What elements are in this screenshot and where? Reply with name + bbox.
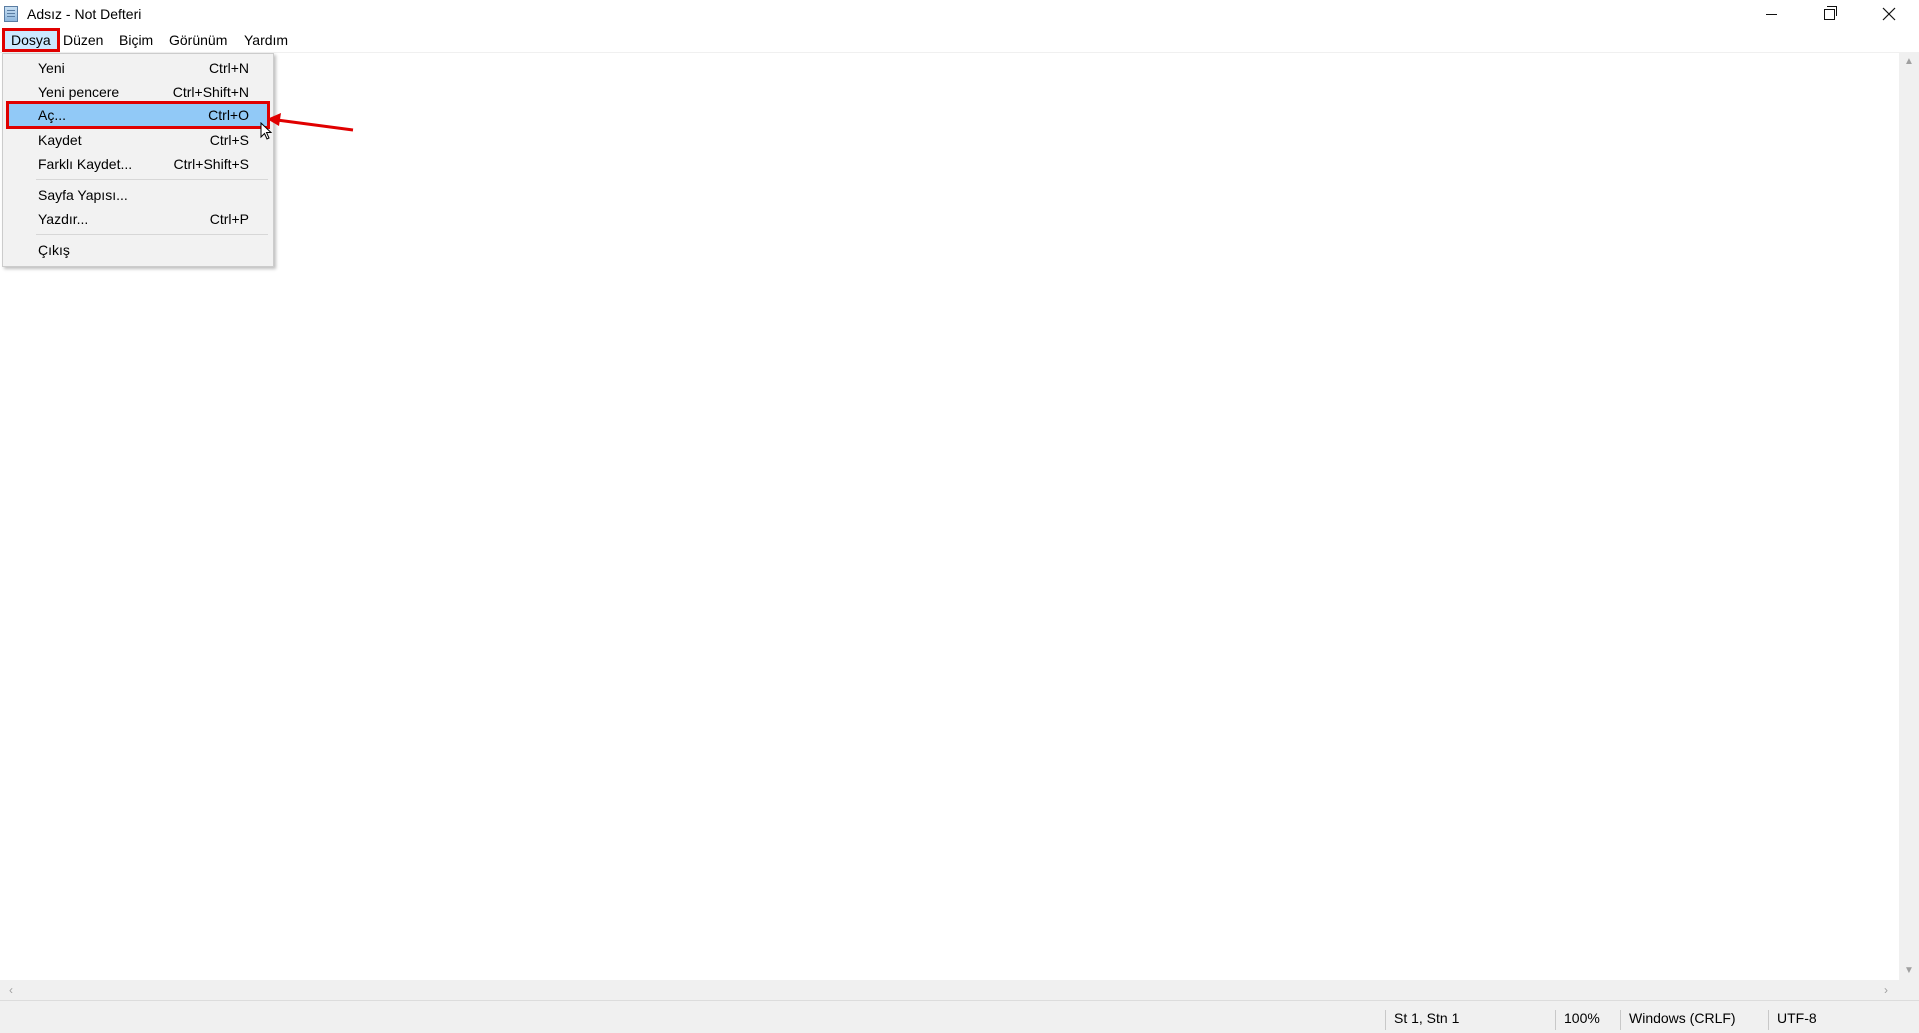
vertical-scrollbar[interactable]: ▲ ▼	[1899, 53, 1919, 980]
menu-item-shortcut: Ctrl+P	[209, 211, 249, 227]
menu-help[interactable]: Yardım	[238, 30, 294, 50]
file-menu-dropdown: Yeni Ctrl+N Yeni pencere Ctrl+Shift+N Aç…	[2, 53, 274, 267]
menu-edit[interactable]: Düzen	[57, 30, 109, 50]
menu-item-label: Sayfa Yapısı...	[38, 187, 128, 203]
menu-file[interactable]: Dosya	[2, 28, 60, 52]
menu-item-label: Yeni pencere	[38, 84, 120, 100]
status-bar: St 1, Stn 1 100% Windows (CRLF) UTF-8	[0, 1000, 1919, 1033]
menu-item-label: Kaydet	[38, 132, 82, 148]
status-zoom: 100%	[1555, 1010, 1600, 1030]
menu-item-shortcut: Ctrl+N	[208, 60, 249, 76]
menu-item-open[interactable]: Aç... Ctrl+O	[6, 101, 270, 129]
menu-item-exit[interactable]: Çıkış	[6, 239, 270, 261]
menu-separator	[36, 179, 268, 180]
menu-item-page-setup[interactable]: Sayfa Yapısı...	[6, 184, 270, 206]
menu-item-shortcut: Ctrl+Shift+S	[173, 156, 249, 172]
horizontal-scrollbar[interactable]: ‹ ›	[0, 980, 1899, 1000]
scroll-left-icon[interactable]: ‹	[2, 980, 20, 1000]
minimize-button[interactable]	[1742, 0, 1800, 28]
status-line-ending: Windows (CRLF)	[1620, 1010, 1736, 1030]
window-title: Adsız - Not Defteri	[27, 6, 142, 22]
menu-item-shortcut: Ctrl+Shift+N	[172, 84, 249, 100]
red-arrow-icon	[267, 113, 354, 132]
scroll-up-icon[interactable]: ▲	[1899, 53, 1919, 71]
menu-view[interactable]: Görünüm	[163, 30, 233, 50]
close-icon	[1882, 7, 1896, 21]
menu-format[interactable]: Biçim	[113, 30, 159, 50]
close-button[interactable]	[1860, 0, 1918, 28]
menu-item-shortcut: Ctrl+O	[208, 107, 249, 123]
menu-item-save-as[interactable]: Farklı Kaydet... Ctrl+Shift+S	[6, 153, 270, 175]
title-bar: Adsız - Not Defteri	[0, 0, 1919, 28]
menu-separator	[36, 234, 268, 235]
menu-item-label: Aç...	[38, 107, 67, 123]
maximize-button[interactable]	[1800, 0, 1858, 28]
status-encoding: UTF-8	[1768, 1010, 1817, 1030]
minimize-icon	[1765, 13, 1777, 15]
menu-item-label: Çıkış	[38, 242, 70, 258]
menu-item-label: Yazdır...	[38, 211, 89, 227]
menu-item-shortcut: Ctrl+S	[209, 132, 249, 148]
scrollbar-corner	[1899, 980, 1919, 1000]
menu-item-label: Farklı Kaydet...	[38, 156, 133, 172]
menu-item-save[interactable]: Kaydet Ctrl+S	[6, 129, 270, 151]
status-cursor-position: St 1, Stn 1	[1385, 1010, 1459, 1030]
menu-item-label: Yeni	[38, 60, 65, 76]
scroll-right-icon[interactable]: ›	[1877, 980, 1895, 1000]
notepad-icon	[4, 6, 18, 22]
text-editor[interactable]	[0, 53, 1899, 980]
menu-bar: Dosya Düzen Biçim Görünüm Yardım	[0, 28, 1919, 53]
scroll-down-icon[interactable]: ▼	[1899, 962, 1919, 980]
restore-icon	[1823, 5, 1837, 20]
menu-item-new[interactable]: Yeni Ctrl+N	[6, 57, 270, 79]
menu-item-new-window[interactable]: Yeni pencere Ctrl+Shift+N	[6, 81, 270, 103]
menu-item-print[interactable]: Yazdır... Ctrl+P	[6, 208, 270, 230]
